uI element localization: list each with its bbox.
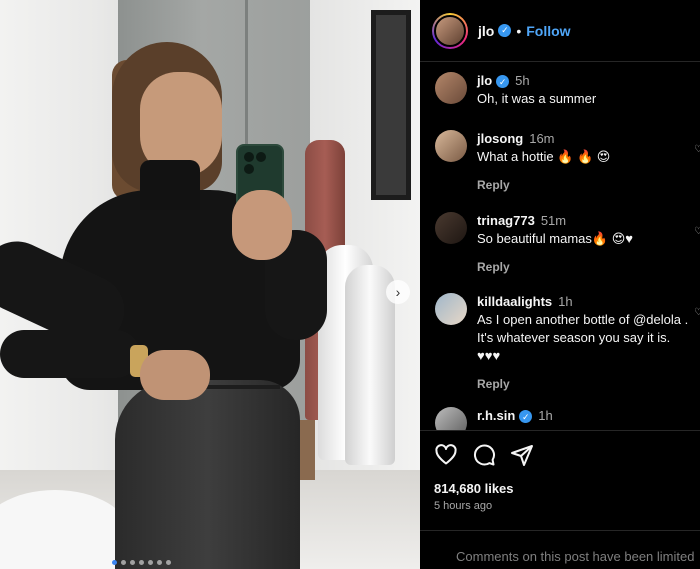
carousel-dot	[130, 560, 135, 565]
avatar[interactable]	[435, 130, 467, 162]
list-item: jlosong 16m What a hottie 🔥 🔥 😍 Reply ♡	[435, 130, 700, 194]
follow-button[interactable]: Follow	[526, 23, 570, 39]
list-item: trinag773 51m So beautiful mamas🔥 😍♥ Repl…	[435, 212, 700, 276]
avatar[interactable]	[432, 12, 468, 49]
carousel-dot	[148, 560, 153, 565]
comment-username[interactable]: killdaalights	[477, 294, 552, 309]
post-timestamp: 5 hours ago	[434, 500, 493, 512]
avatar[interactable]	[435, 72, 467, 104]
list-item: jlo ✓ 5h Oh, it was a summer	[435, 72, 700, 108]
comment-time: 1h	[538, 408, 553, 423]
comments-list[interactable]: jlo ✓ 5h Oh, it was a summer jlosong 16m Wh…	[420, 62, 700, 430]
verified-icon: ✓	[496, 75, 510, 89]
post-actions: 814,680 likes 5 hours ago	[420, 430, 700, 512]
carousel-dot	[139, 560, 144, 565]
list-item: r.h.sin ✓ 1h	[435, 407, 700, 430]
comment-text: As I open another bottle of @delola . It…	[477, 312, 689, 363]
avatar[interactable]	[435, 212, 467, 244]
comment-time: 16m	[529, 131, 555, 146]
likes-count[interactable]: 814,680 likes	[434, 481, 686, 496]
verified-icon: ✓	[519, 410, 533, 424]
comment-time: 5h	[515, 73, 530, 88]
post-header: jlo ✓ • Follow	[420, 0, 700, 62]
reply-button[interactable]: Reply	[477, 258, 692, 276]
comments-limited-notice: Comments on this post have been limited	[420, 530, 700, 569]
comment-like-icon[interactable]: ♡	[694, 307, 700, 318]
comment-username[interactable]: trinag773	[477, 213, 535, 228]
comment-like-icon[interactable]: ♡	[694, 144, 700, 155]
share-icon[interactable]	[510, 443, 534, 467]
carousel-dot	[121, 560, 126, 565]
avatar[interactable]	[435, 407, 467, 430]
separator: •	[516, 22, 522, 39]
comment-time: 1h	[558, 294, 573, 309]
comment-like-icon[interactable]: ♡	[694, 226, 700, 237]
carousel-next-icon[interactable]: ›	[386, 280, 410, 304]
comment-icon[interactable]	[472, 443, 496, 467]
header-username[interactable]: jlo	[478, 23, 494, 39]
reply-button[interactable]: Reply	[477, 375, 692, 393]
avatar[interactable]	[435, 293, 467, 325]
comment-text: What a hottie 🔥 🔥 😍	[477, 149, 611, 164]
post-side-panel: jlo ✓ • Follow jlo ✓ 5h Oh, it was a summe…	[420, 0, 700, 569]
comment-text: Oh, it was a summer	[477, 91, 597, 106]
heart-icon[interactable]	[434, 443, 458, 467]
comment-username[interactable]: jlosong	[477, 131, 523, 146]
comment-username[interactable]: r.h.sin	[477, 408, 515, 423]
carousel-dot	[157, 560, 162, 565]
carousel-dot	[166, 560, 171, 565]
carousel-dot	[112, 560, 117, 565]
comment-time: 51m	[540, 213, 567, 228]
comment-username[interactable]: jlo	[477, 73, 492, 88]
reply-button[interactable]: Reply	[477, 176, 692, 194]
comment-text: So beautiful mamas🔥 😍♥	[477, 231, 633, 246]
carousel-dots	[112, 560, 171, 565]
list-item: killdaalights 1h As I open another bottle…	[435, 293, 700, 393]
verified-icon: ✓	[498, 24, 512, 37]
post-photo[interactable]: ›	[0, 0, 420, 569]
